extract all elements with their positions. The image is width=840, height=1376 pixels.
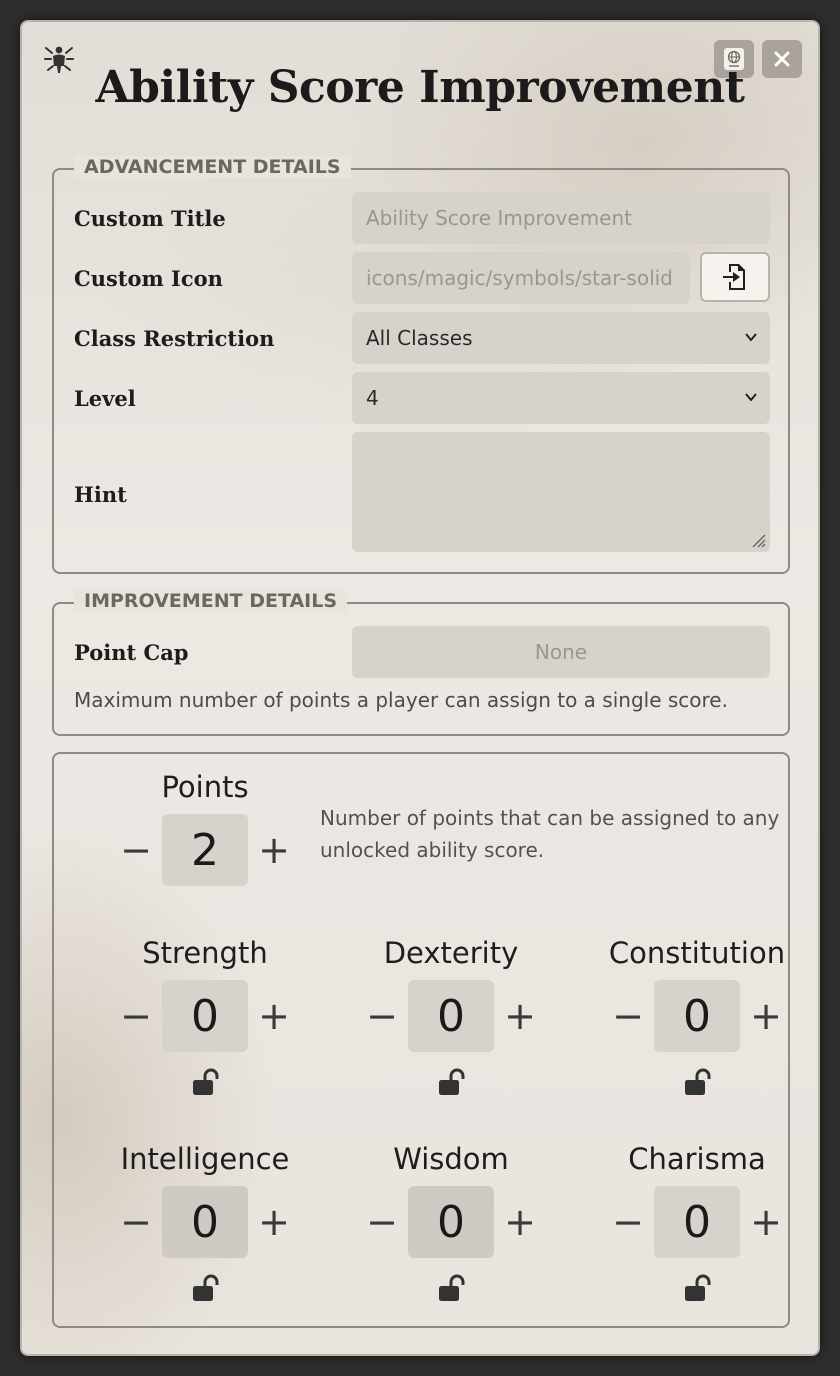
chevron-down-icon <box>745 333 757 342</box>
ability-value[interactable]: 0 <box>162 1186 248 1258</box>
ability-charisma: Charisma − 0 + <box>582 1142 812 1322</box>
class-restriction-select[interactable]: All Classes <box>352 312 770 364</box>
ability-value[interactable]: 0 <box>162 980 248 1052</box>
ability-score-improvement-window: Ability Score Improvement ADVANCEMENT DE… <box>20 20 820 1356</box>
custom-icon-label: Custom Icon <box>74 266 223 291</box>
window-title: Ability Score Improvement <box>95 62 745 113</box>
ability-name: Intelligence <box>120 1142 290 1176</box>
level-value: 4 <box>366 386 379 410</box>
decrease-button[interactable]: − <box>608 1198 648 1246</box>
ability-dexterity: Dexterity − 0 + <box>336 936 566 1116</box>
increase-button[interactable]: + <box>746 1198 786 1246</box>
points-value[interactable]: 2 <box>162 814 248 886</box>
unlocked-padlock-icon[interactable] <box>683 1068 713 1098</box>
class-restriction-value: All Classes <box>366 326 473 350</box>
ability-wisdom: Wisdom − 0 + <box>336 1142 566 1322</box>
ability-scores-section: Points − 2 + Number of points that can b… <box>52 752 790 1328</box>
level-select[interactable]: 4 <box>352 372 770 424</box>
ability-constitution: Constitution − 0 + <box>582 936 812 1116</box>
point-cap-label: Point Cap <box>74 640 189 665</box>
chevron-down-icon <box>745 393 757 402</box>
ability-intelligence: Intelligence − 0 + <box>90 1142 320 1322</box>
level-label: Level <box>74 386 136 411</box>
hint-label: Hint <box>74 482 127 507</box>
points-increase-button[interactable]: + <box>254 826 294 874</box>
unlocked-padlock-icon[interactable] <box>191 1068 221 1098</box>
decrease-button[interactable]: − <box>116 1198 156 1246</box>
custom-title-input[interactable]: Ability Score Improvement <box>352 192 770 244</box>
file-picker-button[interactable] <box>700 252 770 302</box>
ability-strength: Strength − 0 + <box>90 936 320 1116</box>
ability-name: Charisma <box>628 1142 766 1176</box>
point-cap-hint: Maximum number of points a player can as… <box>74 688 728 712</box>
custom-icon-input[interactable]: icons/magic/symbols/star-solid <box>352 252 690 304</box>
ability-name: Constitution <box>608 936 786 970</box>
points-label: Points <box>161 770 249 804</box>
increase-button[interactable]: + <box>500 1198 540 1246</box>
unlocked-padlock-icon[interactable] <box>191 1274 221 1304</box>
decrease-button[interactable]: − <box>362 1198 402 1246</box>
increase-button[interactable]: + <box>500 992 540 1040</box>
ability-value[interactable]: 0 <box>408 1186 494 1258</box>
unlocked-padlock-icon[interactable] <box>437 1068 467 1098</box>
hint-textarea[interactable] <box>352 432 770 552</box>
improvement-details-legend: IMPROVEMENT DETAILS <box>74 590 348 612</box>
points-control: Points − 2 + <box>90 770 320 950</box>
increase-button[interactable]: + <box>254 1198 294 1246</box>
unlocked-padlock-icon[interactable] <box>683 1274 713 1304</box>
ability-value[interactable]: 0 <box>408 980 494 1052</box>
decrease-button[interactable]: − <box>362 992 402 1040</box>
ability-value[interactable]: 0 <box>654 1186 740 1258</box>
unlocked-padlock-icon[interactable] <box>437 1274 467 1304</box>
decrease-button[interactable]: − <box>608 992 648 1040</box>
class-restriction-label: Class Restriction <box>74 326 275 351</box>
increase-button[interactable]: + <box>746 992 786 1040</box>
ability-name: Dexterity <box>383 936 519 970</box>
points-description: Number of points that can be assigned to… <box>320 806 780 862</box>
advancement-details-legend: ADVANCEMENT DETAILS <box>74 156 351 178</box>
point-cap-input[interactable]: None <box>352 626 770 678</box>
decrease-button[interactable]: − <box>116 992 156 1040</box>
ability-name: Wisdom <box>393 1142 509 1176</box>
resize-handle-icon[interactable] <box>750 532 766 548</box>
ability-value[interactable]: 0 <box>654 980 740 1052</box>
increase-button[interactable]: + <box>254 992 294 1040</box>
improvement-details-section: IMPROVEMENT DETAILS Point Cap None Maxim… <box>52 590 790 736</box>
points-decrease-button[interactable]: − <box>116 826 156 874</box>
custom-title-label: Custom Title <box>74 206 226 231</box>
advancement-details-section: ADVANCEMENT DETAILS Custom Title Ability… <box>52 156 790 574</box>
ability-name: Strength <box>142 936 268 970</box>
file-import-icon <box>723 264 745 290</box>
